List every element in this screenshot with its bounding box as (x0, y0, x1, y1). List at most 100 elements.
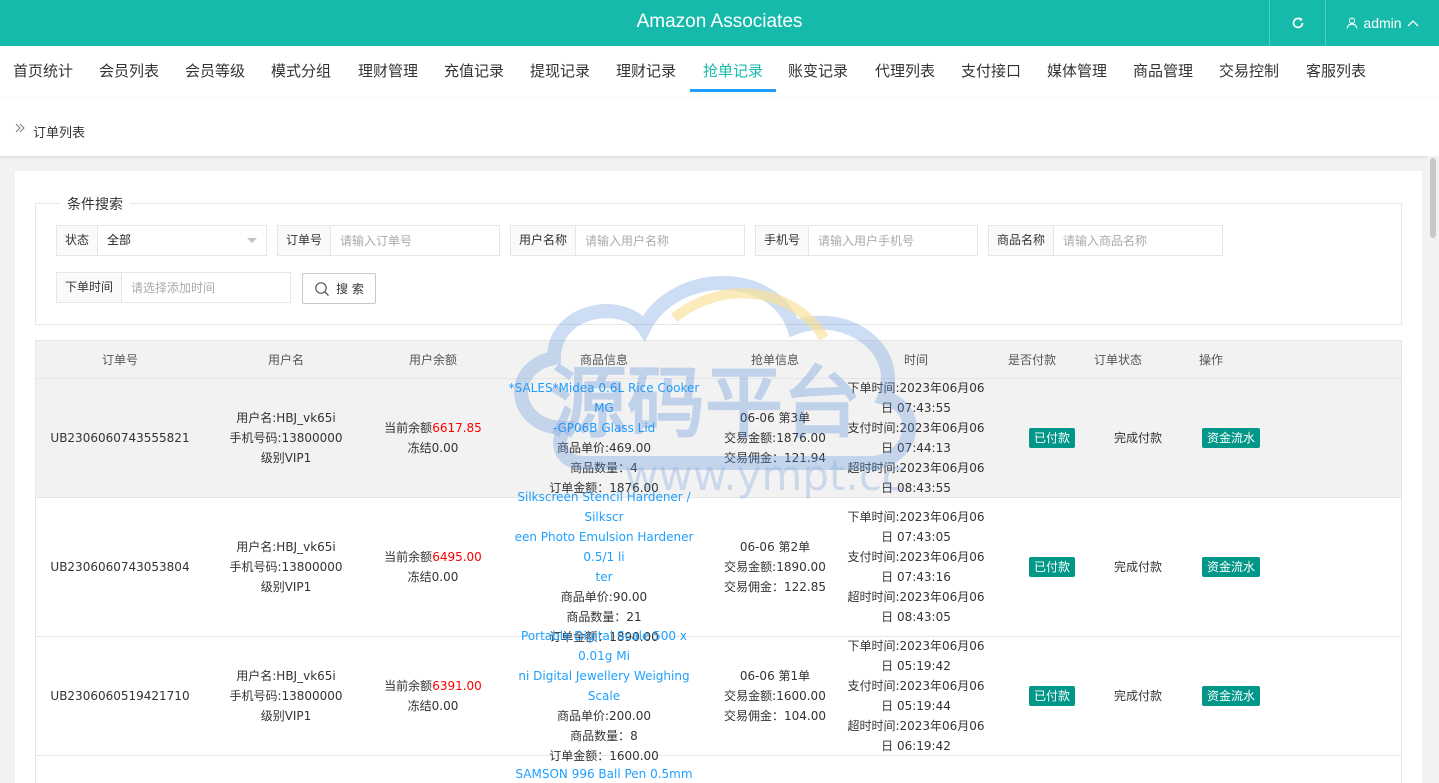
product-name-line[interactable]: ter (595, 567, 612, 587)
search-button[interactable]: 搜 索 (302, 273, 376, 304)
grab-cell: 06-06 第3单 交易金额:1876.00 交易佣金：121.94 (710, 379, 840, 497)
time-expire: 超时时间:2023年06月06日 08:43:05 (847, 590, 985, 624)
time-cell: 下单时间:2023年06月06日 07:43:05 支付时间:2023年06月0… (840, 498, 992, 636)
user-phone: 手机号码:13800000 (229, 560, 343, 574)
nav-balance-change[interactable]: 账变记录 (786, 46, 850, 98)
paid-cell: 已付款 (1012, 379, 1092, 497)
fund-flow-button[interactable]: 资金流水 (1201, 428, 1260, 448)
product-name-line[interactable]: een Photo Emulsion Hardener 0.5/1 li (502, 527, 706, 567)
paid-cell: 已付款 (1012, 637, 1092, 755)
col-order-no: 订单号 (101, 353, 138, 367)
col-action: 操作 (1198, 353, 1223, 367)
user-name: 用户名:HBJ_vk65i (236, 540, 336, 554)
balance-cell: 当前余额6391.00 冻结0.00 (368, 637, 498, 755)
triangle-down-icon (247, 238, 257, 243)
product-name-line[interactable]: -GP06B Glass Lid (553, 418, 656, 438)
order-no-input[interactable] (331, 226, 499, 255)
scrollbar-thumb[interactable] (1430, 158, 1436, 238)
nav-withdraw-records[interactable]: 提现记录 (528, 46, 592, 98)
status-select[interactable]: 状态 全部 (56, 225, 267, 256)
table-row: SAMSON 996 Ball Pen 0.5mm (36, 756, 1401, 783)
time-expire: 超时时间:2023年06月06日 06:19:42 (847, 719, 985, 753)
nav-finance-manage[interactable]: 理财管理 (356, 46, 420, 98)
trade-amount: 交易金额:1890.00 (724, 560, 826, 574)
grab-cell: 06-06 第2单 交易金额:1890.00 交易佣金：122.85 (710, 498, 840, 636)
grab-seq: 06-06 第3单 (739, 411, 811, 425)
status-value[interactable]: 全部 (98, 226, 266, 255)
phone-input[interactable] (809, 226, 977, 255)
product-input[interactable] (1054, 226, 1222, 255)
action-cell: 资金流水 (1184, 379, 1278, 497)
nav-member-list[interactable]: 会员列表 (97, 46, 161, 98)
product-field: 商品名称 (988, 225, 1223, 256)
order-time-label: 下单时间 (57, 273, 123, 302)
nav-mode-group[interactable]: 模式分组 (269, 46, 333, 98)
nav-grab-records[interactable]: 抢单记录 (690, 46, 776, 98)
col-order-status: 订单状态 (1093, 353, 1142, 367)
product-label: 商品名称 (989, 226, 1055, 255)
time-pay: 支付时间:2023年06月06日 05:19:44 (847, 679, 985, 713)
nav-trade-control[interactable]: 交易控制 (1217, 46, 1281, 98)
order-status: 完成付款 (1113, 431, 1162, 445)
user-level: 级别VIP1 (260, 709, 312, 723)
order-time-field: 下单时间 (56, 272, 291, 303)
nav-agent-list[interactable]: 代理列表 (873, 46, 937, 98)
time-order: 下单时间:2023年06月06日 07:43:05 (847, 510, 985, 544)
user-menu[interactable]: admin (1325, 0, 1439, 46)
nav-media-manage[interactable]: 媒体管理 (1045, 46, 1109, 98)
product-cell: Portable Digital Scale 500 x 0.01g Mi ni… (498, 629, 710, 763)
nav-home-stats[interactable]: 首页统计 (11, 46, 75, 98)
refresh-icon (1292, 17, 1303, 29)
product-name-line[interactable]: SAMSON 996 Ball Pen 0.5mm (515, 764, 692, 783)
status-label: 状态 (57, 226, 99, 255)
fund-flow-button[interactable]: 资金流水 (1201, 686, 1260, 706)
user-level: 级别VIP1 (260, 451, 312, 465)
balance-line: 当前余额6495.00 (384, 547, 482, 567)
balance-cell: 当前余额6617.85 冻结0.00 (368, 379, 498, 497)
breadcrumb-current: 订单列表 (33, 126, 86, 141)
grab-seq: 06-06 第1单 (739, 669, 811, 683)
time-cell: 下单时间:2023年06月06日 07:43:55 支付时间:2023年06月0… (840, 379, 992, 497)
fund-flow-button[interactable]: 资金流水 (1201, 557, 1260, 577)
username-field: 用户名称 (510, 225, 745, 256)
phone-field: 手机号 (755, 225, 978, 256)
order-time-input[interactable] (122, 273, 290, 302)
product-name-line[interactable]: Portable Digital Scale 500 x 0.01g Mi (502, 626, 706, 666)
user-cell: 用户名:HBJ_vk65i 手机号码:13800000 级别VIP1 (204, 498, 368, 636)
col-username: 用户名 (267, 353, 304, 367)
order-no-label: 订单号 (278, 226, 332, 255)
product-name-line[interactable]: *SALES*Midea 0.6L Rice Cooker MG (502, 378, 706, 418)
search-panel: 条件搜索 状态 全部 订单号 用户名称 手机号 商品名称 下单时间 (35, 194, 1402, 325)
commission: 交易佣金：122.85 (724, 580, 826, 594)
balance-line: 当前余额6617.85 (384, 418, 482, 438)
nav-payment-api[interactable]: 支付接口 (959, 46, 1023, 98)
nav-member-level[interactable]: 会员等级 (183, 46, 247, 98)
user-level: 级别VIP1 (260, 580, 312, 594)
order-no: UB2306060743053804 (50, 560, 190, 574)
order-status: 完成付款 (1113, 560, 1162, 574)
username-input[interactable] (576, 226, 744, 255)
product-name-line[interactable]: Silkscreen Stencil Hardener / Silkscr (502, 487, 706, 527)
order-status: 完成付款 (1113, 689, 1162, 703)
time-order: 下单时间:2023年06月06日 05:19:42 (847, 639, 985, 673)
nav-recharge-records[interactable]: 充值记录 (442, 46, 506, 98)
action-cell: 资金流水 (1184, 637, 1278, 755)
balance-value: 6391.00 (432, 679, 482, 693)
product-name-line[interactable]: ni Digital Jewellery Weighing Scale (502, 666, 706, 706)
user-phone: 手机号码:13800000 (229, 689, 343, 703)
search-icon (315, 281, 330, 296)
col-product-info: 商品信息 (579, 353, 628, 367)
nav-support-list[interactable]: 客服列表 (1304, 46, 1368, 98)
nav-product-manage[interactable]: 商品管理 (1131, 46, 1195, 98)
main-nav: 首页统计 会员列表 会员等级 模式分组 理财管理 充值记录 提现记录 理财记录 … (0, 46, 1439, 98)
col-balance: 用户余额 (408, 353, 457, 367)
product-cell: *SALES*Midea 0.6L Rice Cooker MG -GP06B … (498, 379, 710, 497)
product-cell: SAMSON 996 Ball Pen 0.5mm (498, 756, 710, 783)
refresh-button[interactable] (1269, 0, 1325, 46)
frozen: 冻结0.00 (407, 699, 459, 713)
app-title: Amazon Associates (636, 11, 803, 32)
nav-finance-records[interactable]: 理财记录 (614, 46, 678, 98)
col-grab-info: 抢单信息 (750, 353, 799, 367)
balance-label: 当前余额 (384, 421, 433, 435)
vertical-scrollbar[interactable] (1427, 156, 1439, 783)
